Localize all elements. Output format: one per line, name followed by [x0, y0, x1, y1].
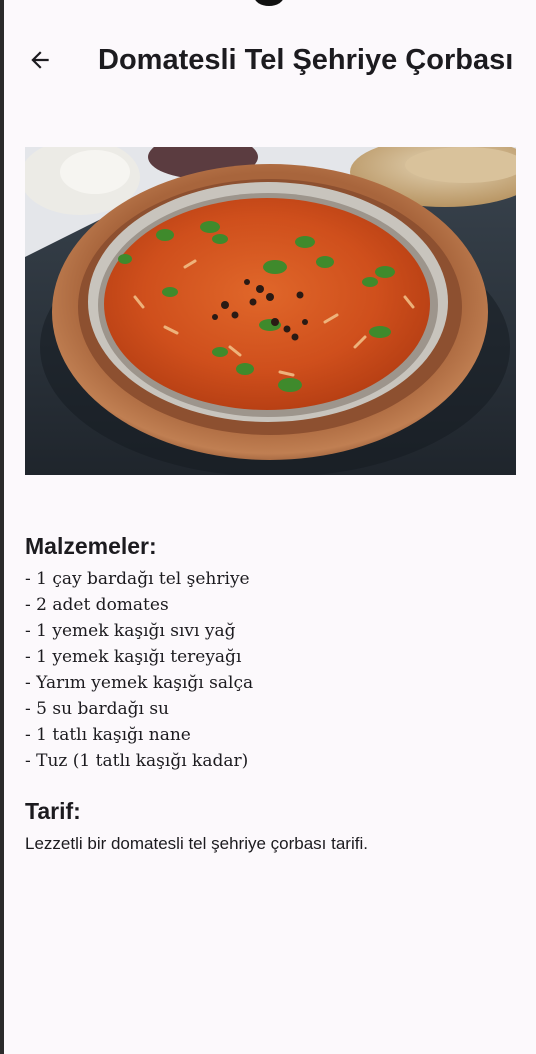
recipe-description: Lezzetli bir domatesli tel şehriye çorba…: [25, 834, 368, 853]
page-title: Domatesli Tel Şehriye Çorbası: [98, 44, 514, 76]
soup-photo: [25, 147, 516, 475]
list-item: - 1 yemek kaşığı tereyağı: [25, 647, 242, 667]
list-item: - 1 tatlı kaşığı nane: [25, 725, 191, 745]
arrow-back-icon: [31, 51, 49, 69]
recipe-image: [25, 147, 516, 475]
app-bar: Domatesli Tel Şehriye Çorbası: [0, 28, 536, 92]
ingredients-heading: Malzemeler:: [25, 533, 157, 559]
list-item: - Yarım yemek kaşığı salça: [25, 673, 254, 693]
camera-cutout: [254, 0, 284, 6]
recipe-heading: Tarif:: [25, 798, 81, 824]
screen-edge: [0, 0, 4, 1054]
list-item: - Tuz (1 tatlı kaşığı kadar): [25, 751, 249, 771]
list-item: - 2 adet domates: [25, 595, 169, 615]
ingredients-list: - 1 çay bardağı tel şehriye - 2 adet dom…: [25, 566, 505, 774]
back-button[interactable]: [18, 38, 62, 82]
list-item: - 1 çay bardağı tel şehriye: [25, 569, 250, 589]
list-item: - 1 yemek kaşığı sıvı yağ: [25, 621, 236, 641]
list-item: - 5 su bardağı su: [25, 699, 170, 719]
